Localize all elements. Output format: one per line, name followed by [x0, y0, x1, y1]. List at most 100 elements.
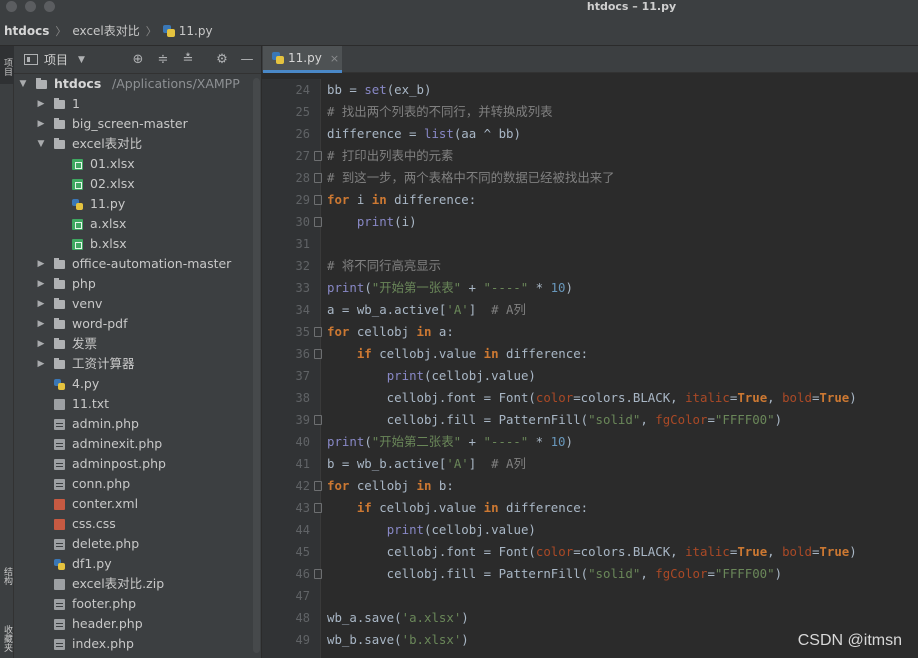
fold-marker-icon[interactable] — [313, 195, 322, 205]
code-line[interactable]: if cellobj.value in difference: — [327, 497, 857, 519]
code-token: True — [819, 390, 850, 405]
tree-file[interactable]: a.xlsx — [14, 214, 262, 234]
stripe-tab-project[interactable]: 项目 — [0, 46, 14, 84]
code-line[interactable]: print(cellobj.value) — [327, 519, 857, 541]
tree-scrollbar[interactable] — [253, 78, 260, 653]
code-line[interactable]: # 将不同行高亮显示 — [327, 255, 857, 277]
fold-marker-icon[interactable] — [313, 503, 322, 513]
target-icon[interactable]: ⊕ — [130, 52, 146, 68]
tree-folder[interactable]: ▶ 1 — [14, 94, 262, 114]
tree-item-label: css.css — [72, 516, 116, 531]
tree-file[interactable]: excel表对比.zip — [14, 574, 262, 594]
collapse-all-icon[interactable]: ≑ — [155, 52, 171, 68]
line-number-gutter: 24 25 26 27 28 29 30 31 32 33 34 35 36 37 38 39 40 41 42 43… — [262, 79, 322, 658]
chevron-right-icon[interactable]: ▶ — [36, 334, 46, 354]
code-line[interactable]: wb_a.save('a.xlsx') — [327, 607, 857, 629]
code-line[interactable]: print(cellobj.value) — [327, 365, 857, 387]
chevron-right-icon[interactable]: ▶ — [36, 114, 46, 134]
breadcrumb-file[interactable]: 11.py — [162, 16, 213, 46]
close-icon[interactable]: × — [330, 52, 339, 65]
code-line[interactable]: print("开始第二张表" + "----" * 10) — [327, 431, 857, 453]
code-line[interactable]: cellobj.font = Font(color=colors.BLACK, … — [327, 541, 857, 563]
fold-marker-icon[interactable] — [313, 349, 322, 359]
breadcrumb-folder[interactable]: excel表对比 — [72, 16, 139, 46]
code-line[interactable]: # 打印出列表中的元素 — [327, 145, 857, 167]
chevron-down-icon[interactable]: ▼ — [18, 74, 28, 94]
chevron-right-icon[interactable]: ▶ — [36, 314, 46, 334]
fold-marker-icon[interactable] — [313, 151, 322, 161]
code-area[interactable]: bb = set(ex_b) # 找出两个列表的不同行，并转换成列表 differe… — [327, 79, 857, 651]
minimize-icon[interactable]: — — [239, 52, 255, 68]
code-token: ( — [364, 434, 372, 449]
tree-file[interactable]: 11.txt — [14, 394, 262, 414]
tab-11-py[interactable]: 11.py × — [263, 46, 342, 73]
chevron-right-icon[interactable]: ▶ — [36, 274, 46, 294]
code-line[interactable]: wb_b.save('b.xlsx') — [327, 629, 857, 651]
code-line[interactable] — [327, 585, 857, 607]
tree-file[interactable]: 02.xlsx — [14, 174, 262, 194]
stripe-tab-structure[interactable]: 结构 — [0, 556, 14, 596]
fold-marker-icon[interactable] — [313, 327, 322, 337]
chevron-right-icon[interactable]: ▶ — [36, 94, 46, 114]
tree-folder[interactable]: ▶ big_screen-master — [14, 114, 262, 134]
chevron-down-icon[interactable]: ▼ — [36, 134, 46, 154]
code-line[interactable]: difference = list(aa ^ bb) — [327, 123, 857, 145]
chevron-right-icon[interactable]: ▶ — [36, 294, 46, 314]
tree-file[interactable]: conn.php — [14, 474, 262, 494]
fold-marker-icon[interactable] — [313, 481, 322, 491]
tree-file[interactable]: 01.xlsx — [14, 154, 262, 174]
code-token: , — [640, 566, 656, 581]
code-line[interactable]: cellobj.fill = PatternFill("solid", fgCo… — [327, 563, 857, 585]
code-line[interactable]: for cellobj in a: — [327, 321, 857, 343]
tree-file[interactable]: df1.py — [14, 554, 262, 574]
project-view-selector[interactable]: 项目 — [44, 51, 68, 68]
tree-file[interactable]: adminexit.php — [14, 434, 262, 454]
code-line[interactable]: for i in difference: — [327, 189, 857, 211]
fold-marker-icon[interactable] — [313, 217, 322, 227]
breadcrumb-root[interactable]: htdocs — [4, 16, 49, 46]
expand-all-icon[interactable]: ≛ — [180, 52, 196, 68]
code-line[interactable]: # 找出两个列表的不同行，并转换成列表 — [327, 101, 857, 123]
tree-file[interactable]: css.css — [14, 514, 262, 534]
fold-marker-icon[interactable] — [313, 415, 322, 425]
tree-folder[interactable]: ▶ venv — [14, 294, 262, 314]
fold-marker-icon[interactable] — [313, 569, 322, 579]
code-line[interactable]: cellobj.fill = PatternFill("solid", fgCo… — [327, 409, 857, 431]
tree-file[interactable]: 4.py — [14, 374, 262, 394]
tree-file[interactable]: header.php — [14, 614, 262, 634]
tree-file[interactable]: 11.py — [14, 194, 262, 214]
code-line[interactable]: # 到这一步，两个表格中不同的数据已经被找出来了 — [327, 167, 857, 189]
code-line[interactable] — [327, 233, 857, 255]
code-line[interactable]: b = wb_b.active['A'] # A列 — [327, 453, 857, 475]
tree-file[interactable]: delete.php — [14, 534, 262, 554]
fold-marker-icon[interactable] — [313, 173, 322, 183]
tree-folder[interactable]: ▼ excel表对比 — [14, 134, 262, 154]
chevron-down-icon[interactable]: ▼ — [78, 55, 85, 65]
code-line[interactable]: a = wb_a.active['A'] # A列 — [327, 299, 857, 321]
tree-root[interactable]: ▼ htdocs /Applications/XAMPP — [14, 74, 262, 94]
tree-folder[interactable]: ▶ php — [14, 274, 262, 294]
code-line[interactable]: print(i) — [327, 211, 857, 233]
code-line[interactable]: bb = set(ex_b) — [327, 79, 857, 101]
tree-file[interactable]: index.php — [14, 634, 262, 654]
tree-file[interactable]: conter.xml — [14, 494, 262, 514]
tree-file[interactable]: adminpost.php — [14, 454, 262, 474]
gear-icon[interactable]: ⚙ — [214, 52, 230, 68]
tree-folder[interactable]: ▶ office-automation-master — [14, 254, 262, 274]
editor-tab-bar: 11.py × — [262, 46, 918, 73]
chevron-right-icon[interactable]: ▶ — [36, 254, 46, 274]
line-number: 41 — [295, 457, 310, 471]
tree-folder[interactable]: ▶ 工资计算器 — [14, 354, 262, 374]
code-line[interactable]: for cellobj in b: — [327, 475, 857, 497]
tree-file[interactable]: admin.php — [14, 414, 262, 434]
code-line[interactable]: print("开始第一张表" + "----" * 10) — [327, 277, 857, 299]
code-line[interactable]: if cellobj.value in difference: — [327, 343, 857, 365]
tree-folder[interactable]: ▶ 发票 — [14, 334, 262, 354]
chevron-right-icon[interactable]: ▶ — [36, 354, 46, 374]
tree-item-label: admin.php — [72, 416, 139, 431]
tree-folder[interactable]: ▶ word-pdf — [14, 314, 262, 334]
code-line[interactable]: cellobj.font = Font(color=colors.BLACK, … — [327, 387, 857, 409]
tree-file[interactable]: footer.php — [14, 594, 262, 614]
stripe-tab-favorites[interactable]: 收藏夹 — [0, 618, 14, 658]
tree-file[interactable]: b.xlsx — [14, 234, 262, 254]
